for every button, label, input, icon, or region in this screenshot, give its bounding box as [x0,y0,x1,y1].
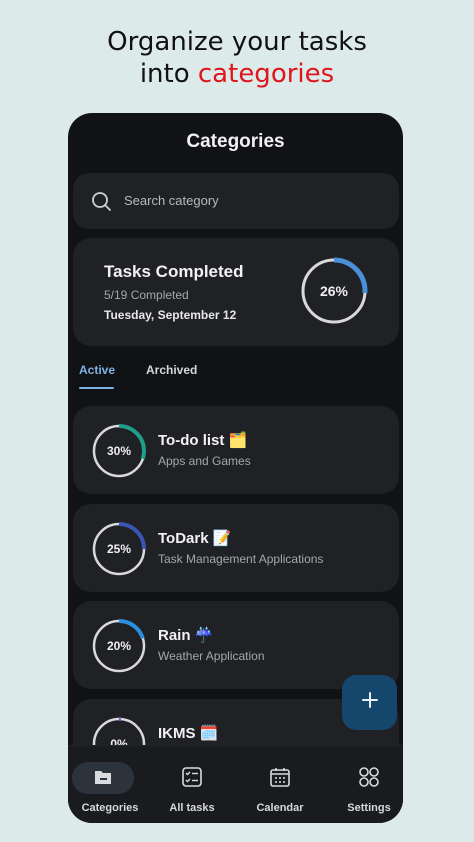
category-card-todo-list[interactable]: 30% To-do list 🗂️ Apps and Games [73,406,399,494]
summary-subtitle: 5/19 Completed [104,288,189,302]
category-name: ToDark 📝 [158,530,232,547]
search-bar[interactable]: Search category [73,173,399,229]
nav-label: Calendar [256,802,304,814]
summary-date: Tuesday, September 12 [104,308,237,322]
nav-item-all-tasks[interactable]: All tasks [150,746,234,823]
nav-item-categories[interactable]: Categories [68,746,152,823]
category-description: Apps and Games [158,454,251,468]
category-progress-ring: 25% [92,522,146,576]
category-description: Task Management Applications [158,552,324,566]
plus-icon [361,691,379,714]
calendar-icon [269,766,291,793]
nav-item-calendar[interactable]: Calendar [238,746,322,823]
bottom-navigation: Categories All tasks Calendar Settings [68,745,403,823]
add-category-button[interactable] [342,675,397,730]
category-percent: 20% [107,639,131,653]
category-description: Weather Application [158,649,265,663]
headline-line-1: Organize your tasks [107,27,367,57]
headline-accent: categories [197,59,335,89]
nav-label: Categories [81,802,139,814]
category-name: To-do list 🗂️ [158,432,248,449]
tab-indicator [79,387,114,389]
nav-item-settings[interactable]: Settings [327,746,403,823]
category-progress-ring: 30% [92,424,146,478]
headline-prefix: into [139,59,198,89]
summary-percent: 26% [320,283,349,299]
nav-label: All tasks [169,802,215,814]
summary-title: Tasks Completed [104,262,244,281]
tab-bar: Active Archived [68,361,403,391]
category-progress-ring: 20% [92,619,146,673]
tab-active[interactable]: Active [79,363,115,377]
page-title: Categories [186,131,285,152]
tasks-completed-card: Tasks Completed 5/19 Completed Tuesday, … [73,238,399,346]
category-name: Rain ☔ [158,627,214,644]
nav-label: Settings [347,802,391,814]
search-input[interactable]: Search category [124,193,219,208]
search-icon [91,191,113,218]
category-name: IKMS 🗓️ [158,725,219,742]
category-card-todark[interactable]: 25% ToDark 📝 Task Management Application… [73,504,399,592]
summary-progress-ring: 26% [300,257,368,325]
category-percent: 25% [107,542,131,556]
folder-icon [92,766,114,793]
phone-screen: Categories Search category Tasks Complet… [68,113,403,823]
headline-line-2: into categories [0,58,474,90]
category-percent: 30% [107,444,131,458]
tab-archived[interactable]: Archived [146,363,197,377]
grid-icon [358,766,380,793]
promo-headline: Organize your tasks into categories [0,26,474,90]
checklist-icon [181,766,203,793]
